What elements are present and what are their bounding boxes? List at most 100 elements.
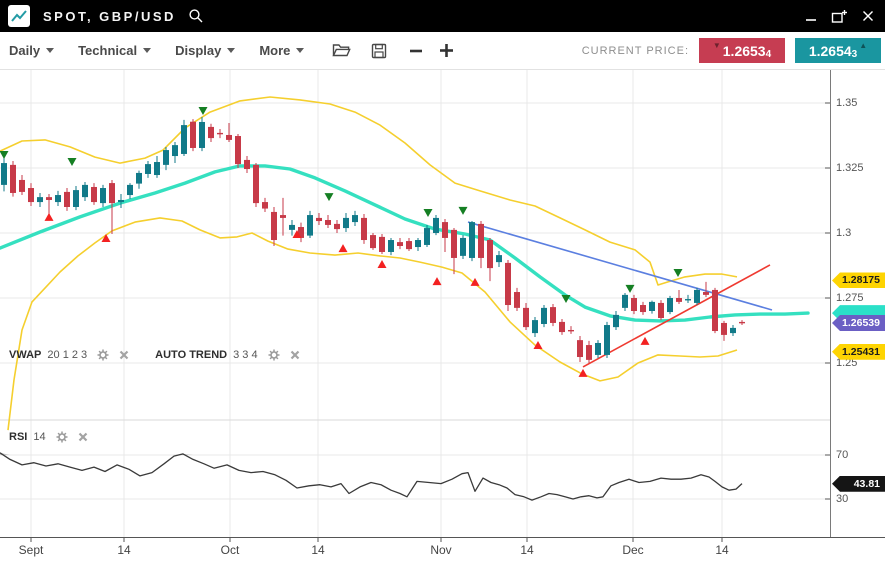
candle-body (136, 173, 142, 184)
vwap-remove-icon[interactable] (119, 350, 129, 360)
candle-body (91, 187, 97, 202)
menu-more-label: More (259, 43, 290, 58)
candle-body (10, 165, 16, 193)
candle-body (550, 307, 556, 323)
rsi-remove-icon[interactable] (78, 432, 88, 442)
save-icon[interactable] (371, 43, 387, 59)
candle-body (73, 190, 79, 207)
candle-body (109, 183, 115, 203)
trend-line-down[interactable] (468, 222, 772, 310)
candle-body (253, 165, 259, 203)
candle-body (28, 188, 34, 202)
candle-body (163, 150, 169, 165)
sell-signal-icon (68, 158, 77, 166)
candle-body (280, 215, 286, 218)
minimize-button[interactable] (804, 9, 818, 23)
candle-body (172, 145, 178, 156)
vwap-params: 20 1 2 3 (47, 349, 87, 361)
candle-body (703, 292, 709, 295)
candle-body (433, 218, 439, 233)
close-icon[interactable] (861, 9, 875, 23)
candle-body (208, 127, 214, 138)
candle-body (487, 240, 493, 268)
candle-body (451, 230, 457, 258)
candle-body (127, 185, 133, 195)
rsi-settings-icon[interactable] (56, 431, 68, 443)
candle-body (361, 218, 367, 240)
vwap-settings-icon[interactable] (97, 349, 109, 361)
window-controls (804, 9, 875, 24)
candle-body (424, 228, 430, 245)
candle-body (226, 135, 232, 140)
popout-button[interactable] (831, 9, 848, 24)
ask-price-badge: 1.2654 3 ▲ (795, 38, 881, 63)
candle-body (694, 290, 700, 303)
rsi-indicator-label: RSI 14 (9, 431, 88, 443)
candle-body (532, 320, 538, 333)
auto-trend-remove-icon[interactable] (290, 350, 300, 360)
candle-body (217, 133, 223, 134)
symbol-title: SPOT, GBP/USD (43, 9, 176, 24)
candle-body (649, 302, 655, 311)
rsi-label: RSI (9, 431, 27, 443)
menu-daily-label: Daily (9, 43, 40, 58)
zoom-out-icon[interactable] (409, 44, 423, 58)
toolbar: Daily Technical Display More CURRENT PRI… (0, 32, 885, 70)
chevron-down-icon (227, 48, 235, 57)
candle-body (397, 242, 403, 246)
sell-signal-icon (0, 151, 9, 159)
ask-price-pip: 3 (852, 49, 858, 60)
candle-body (559, 322, 565, 332)
candle-body (541, 308, 547, 324)
title-bar: SPOT, GBP/USD (0, 0, 885, 32)
candle-body (325, 220, 331, 225)
candle-body (514, 292, 520, 308)
candle-body (739, 322, 745, 323)
price-chart-canvas[interactable] (0, 0, 885, 564)
overlay-indicator-labels: VWAP 20 1 2 3 AUTO TREND 3 3 4 (9, 349, 300, 361)
candle-body (640, 305, 646, 312)
candle-body (721, 323, 727, 335)
candle-body (244, 160, 250, 169)
open-folder-icon[interactable] (332, 43, 351, 58)
auto-trend-label: AUTO TREND (155, 349, 227, 361)
candle-body (46, 197, 52, 200)
candle-body (667, 298, 673, 312)
ask-price-value: 1.2654 (809, 43, 852, 59)
menu-display[interactable]: Display (175, 43, 235, 58)
candle-body (442, 222, 448, 238)
candle-body (343, 218, 349, 228)
menu-technical[interactable]: Technical (78, 43, 151, 58)
menu-daily[interactable]: Daily (9, 43, 54, 58)
candle-body (523, 308, 529, 327)
chart-area[interactable]: 1.351.3251.31.2751.257030Sept14Oct14Nov1… (0, 0, 885, 564)
auto-trend-settings-icon[interactable] (268, 349, 280, 361)
chevron-down-icon (143, 48, 151, 57)
buy-signal-icon (641, 337, 650, 345)
candle-body (577, 340, 583, 357)
price-up-icon: ▲ (859, 41, 867, 50)
chevron-down-icon (296, 48, 304, 57)
chevron-down-icon (46, 48, 54, 57)
candle-body (181, 125, 187, 154)
rsi-line (0, 453, 742, 500)
candle-body (604, 325, 610, 355)
candle-body (352, 215, 358, 222)
bid-price-badge: ▼ 1.2653 4 (699, 38, 785, 63)
candle-body (307, 215, 313, 236)
zoom-in-icon[interactable] (439, 43, 454, 58)
candle-body (19, 180, 25, 192)
rsi-params: 14 (33, 431, 45, 443)
auto-trend-params: 3 3 4 (233, 349, 257, 361)
candle-body (685, 299, 691, 300)
menu-more[interactable]: More (259, 43, 304, 58)
candle-body (406, 241, 412, 249)
candle-body (388, 240, 394, 252)
candle-body (568, 330, 574, 331)
search-icon[interactable] (188, 8, 204, 24)
candle-body (271, 212, 277, 240)
sell-signal-icon (459, 207, 468, 215)
bid-price-value: 1.2653 (723, 43, 766, 59)
candle-body (289, 225, 295, 230)
buy-signal-icon (45, 213, 54, 221)
